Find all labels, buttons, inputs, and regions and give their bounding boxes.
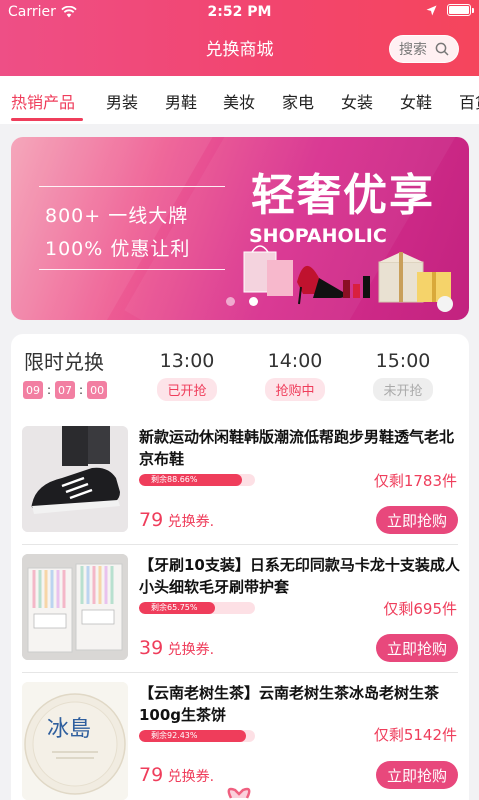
- pagination-dot-active[interactable]: [249, 297, 258, 306]
- search-button[interactable]: 搜索: [389, 35, 459, 63]
- product-price: 79 兑换券.: [139, 509, 214, 531]
- product-item[interactable]: 冰島 【云南老树生茶】云南老树生茶冰岛老树生茶100g生茶饼 剩余92.43% …: [11, 682, 469, 800]
- tab-makeup[interactable]: 美妆: [223, 89, 255, 113]
- flash-sale-title: 限时兑换: [24, 350, 104, 374]
- slot-status: 抢购中: [265, 378, 325, 401]
- countdown-timer: 09 : 07 : 00: [23, 381, 108, 399]
- banner-pagination: [226, 297, 258, 306]
- product-name: 新款运动休闲鞋韩版潮流低帮跑步男鞋透气老北京布鞋: [139, 428, 455, 468]
- buy-now-button[interactable]: 立即抢购: [376, 506, 458, 534]
- stock-remaining: 仅剩695件: [383, 600, 457, 618]
- time-slot-1[interactable]: 13:00 已开抢: [157, 350, 217, 401]
- divider: [22, 544, 458, 545]
- price-value: 39: [139, 637, 164, 659]
- tab-menswear[interactable]: 男装: [106, 89, 138, 113]
- stock-remaining: 仅剩5142件: [373, 726, 457, 744]
- banner-title: 轻奢优享: [251, 170, 435, 221]
- slot-time: 14:00: [267, 350, 323, 372]
- tab-appliances[interactable]: 家电: [282, 89, 314, 113]
- pagination-dot[interactable]: [226, 297, 235, 306]
- divider: [22, 672, 458, 673]
- slot-time: 13:00: [159, 350, 215, 372]
- remaining-progress: 剩余92.43%: [139, 730, 255, 742]
- remaining-label: 剩余88.66%: [139, 474, 242, 486]
- tab-womens-shoes[interactable]: 女鞋: [400, 89, 432, 113]
- product-price: 79 兑换券.: [139, 764, 214, 786]
- search-icon: [435, 42, 449, 56]
- product-item[interactable]: 新款运动休闲鞋韩版潮流低帮跑步男鞋透气老北京布鞋 剩余88.66% 仅剩1783…: [11, 426, 469, 550]
- countdown-minutes: 07: [55, 381, 76, 399]
- time-slot-2[interactable]: 14:00 抢购中: [265, 350, 325, 401]
- product-image: [22, 426, 128, 532]
- status-time: 2:52 PM: [207, 4, 272, 20]
- slot-status: 已开抢: [157, 378, 217, 401]
- remaining-label: 剩余65.75%: [139, 602, 216, 614]
- price-value: 79: [139, 764, 164, 786]
- product-image: [22, 554, 128, 660]
- stock-remaining: 仅剩1783件: [373, 472, 457, 490]
- flash-sale-card: 限时兑换 09 : 07 : 00 13:00 已开抢 14:00 抢购中 15…: [11, 334, 469, 800]
- time-slot-3[interactable]: 15:00 未开抢: [373, 350, 433, 401]
- price-value: 79: [139, 509, 164, 531]
- remaining-progress: 剩余65.75%: [139, 602, 255, 614]
- tab-womenswear[interactable]: 女装: [341, 89, 373, 113]
- product-name: 【云南老树生茶】云南老树生茶冰岛老树生茶100g生茶饼: [139, 684, 440, 724]
- remaining-label: 剩余92.43%: [139, 730, 247, 742]
- product-name: 【牙刷10支装】日系无印同款马卡龙十支装成人小头细软毛牙刷带护套: [139, 556, 460, 596]
- app-header: Carrier 2:52 PM 兑换商城 搜索: [0, 0, 479, 76]
- location-arrow-icon: [426, 5, 437, 15]
- buy-now-button[interactable]: 立即抢购: [376, 634, 458, 662]
- banner-line-1: 800+ 一线大牌: [45, 205, 189, 227]
- tab-hot[interactable]: 热销产品: [11, 89, 75, 113]
- svg-text:冰島: 冰島: [47, 717, 91, 742]
- price-unit: 兑换券.: [167, 514, 215, 530]
- price-unit: 兑换券.: [167, 769, 215, 785]
- tab-general-goods[interactable]: 百货: [459, 89, 479, 113]
- product-price: 39 兑换券.: [139, 637, 214, 659]
- promo-banner[interactable]: 800+ 一线大牌 100% 优惠让利 轻奢优享 SHOPAHOLIC: [11, 137, 469, 320]
- countdown-seconds: 00: [87, 381, 108, 399]
- tab-mens-shoes[interactable]: 男鞋: [165, 89, 197, 113]
- search-placeholder: 搜索: [399, 42, 427, 58]
- slot-status: 未开抢: [373, 378, 433, 401]
- gift-icon[interactable]: [221, 784, 257, 800]
- remaining-progress: 剩余88.66%: [139, 474, 255, 486]
- countdown-hours: 09: [23, 381, 43, 399]
- active-tab-indicator: [11, 118, 83, 121]
- price-unit: 兑换券.: [167, 642, 215, 658]
- product-item[interactable]: 【牙刷10支装】日系无印同款马卡龙十支装成人小头细软毛牙刷带护套 剩余65.75…: [11, 554, 469, 678]
- product-image: 冰島: [22, 682, 128, 800]
- battery-icon: [447, 4, 474, 16]
- status-bar: Carrier 2:52 PM: [0, 0, 479, 24]
- slot-time: 15:00: [375, 350, 431, 372]
- category-tabs: 热销产品 男装 男鞋 美妆 家电 女装 女鞋 百货: [0, 76, 479, 124]
- buy-now-button[interactable]: 立即抢购: [376, 761, 458, 789]
- banner-line-2: 100% 优惠让利: [45, 238, 191, 260]
- luxury-goods-image: [243, 245, 453, 312]
